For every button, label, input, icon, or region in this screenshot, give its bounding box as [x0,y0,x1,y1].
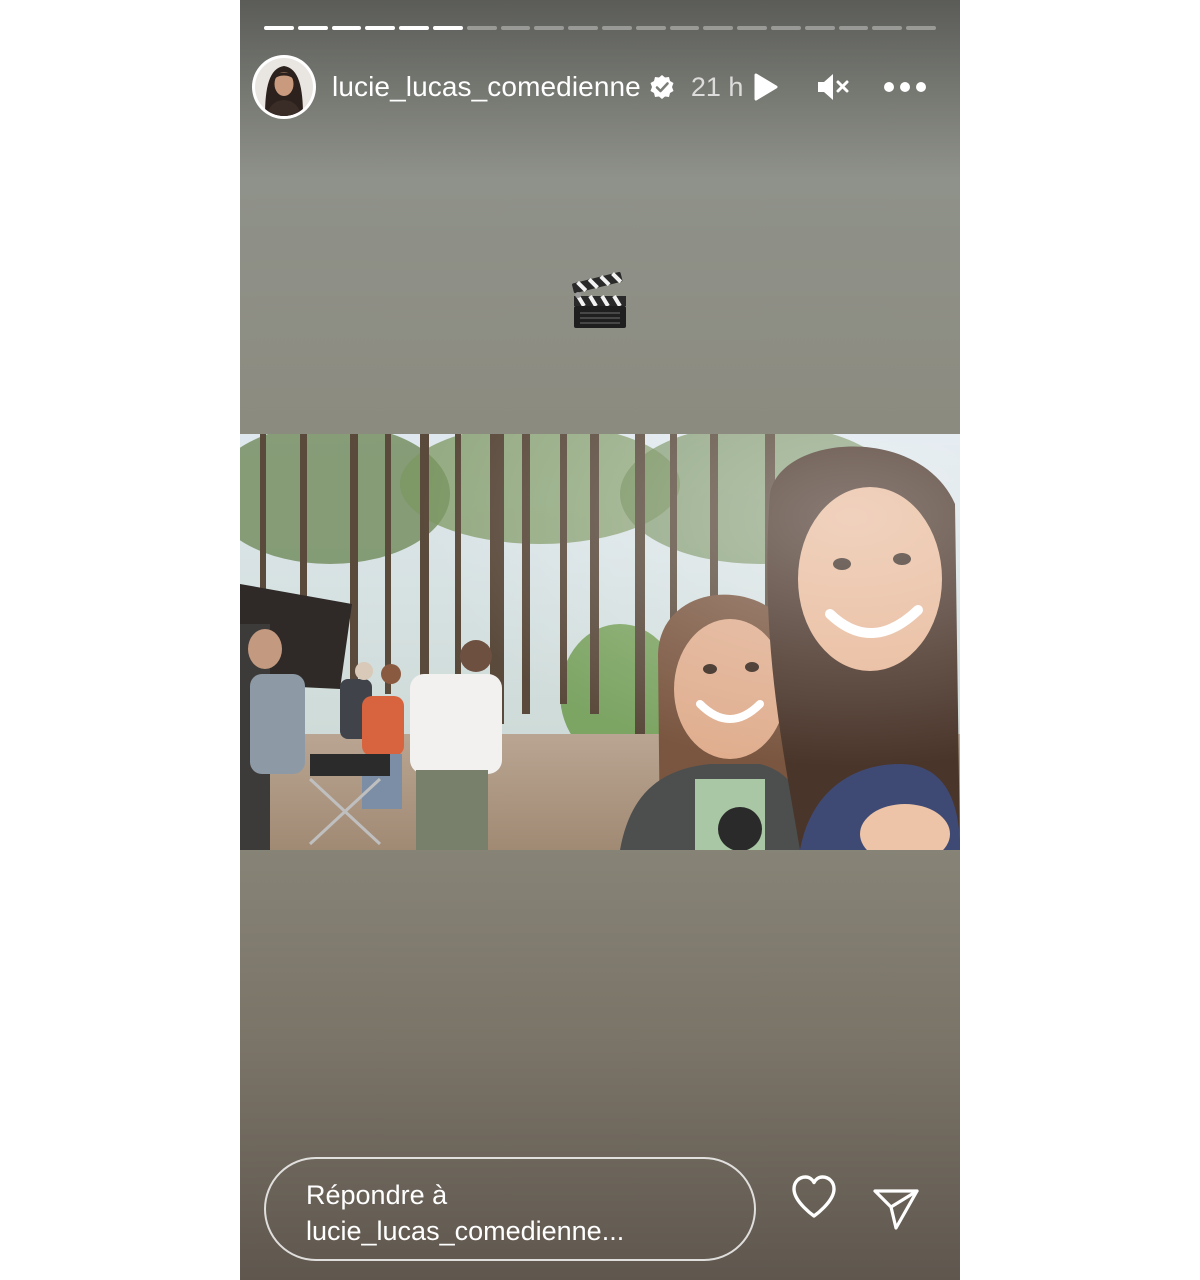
progress-segment [669,26,700,30]
progress-segment [804,26,835,30]
story-photo [240,434,960,850]
progress-segment [534,26,565,30]
story-progress-bar [264,26,936,30]
progress-segment [297,26,328,30]
avatar[interactable] [252,55,316,119]
progress-segment [601,26,632,30]
progress-segment [331,26,362,30]
story-timestamp: 21 h [690,71,744,102]
progress-segment [838,26,869,30]
progress-segment [770,26,801,30]
progress-segment [264,26,294,30]
verified-badge-icon [649,74,675,100]
username[interactable]: lucie_lucas_comedienne [332,71,641,103]
progress-segment [568,26,598,30]
heart-outline-icon[interactable] [790,1174,838,1220]
progress-segment [466,26,497,30]
progress-segment [872,26,903,30]
play-icon[interactable] [751,71,781,103]
progress-segment [703,26,734,30]
avatar-photo [255,58,313,116]
reply-placeholder-line2: lucie_lucas_comedienne... [306,1216,625,1246]
progress-segment [635,26,666,30]
paper-plane-icon[interactable] [872,1186,920,1232]
progress-segment [365,26,396,30]
reply-placeholder-line1: Répondre à [306,1180,448,1210]
progress-segment [906,26,936,30]
speaker-muted-icon[interactable] [815,70,851,104]
story-viewer[interactable]: lucie_lucas_comedienne 21 h Répondre à l… [240,0,960,1280]
more-horizontal-icon[interactable] [881,70,929,104]
progress-segment [737,26,767,30]
progress-segment [399,26,429,30]
reply-input[interactable]: Répondre à lucie_lucas_comedienne... [264,1157,756,1261]
progress-segment [500,26,531,30]
clapper-board-sticker [570,268,630,332]
story-header: lucie_lucas_comedienne 21 h [252,55,940,119]
progress-segment [432,26,463,30]
